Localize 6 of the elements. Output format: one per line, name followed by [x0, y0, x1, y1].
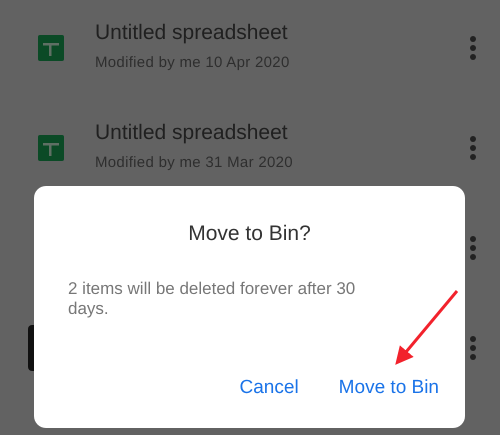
dialog-message: 2 items will be deleted forever after 30 days.: [68, 279, 356, 319]
file-name[interactable]: Untitled spreadsheet: [95, 21, 468, 45]
dialog-title: Move to Bin?: [187, 222, 312, 246]
file-name[interactable]: Untitled spreadsheet: [95, 121, 468, 145]
confirm-button[interactable]: Move to Bin: [330, 373, 447, 403]
cancel-button[interactable]: Cancel: [232, 373, 307, 403]
